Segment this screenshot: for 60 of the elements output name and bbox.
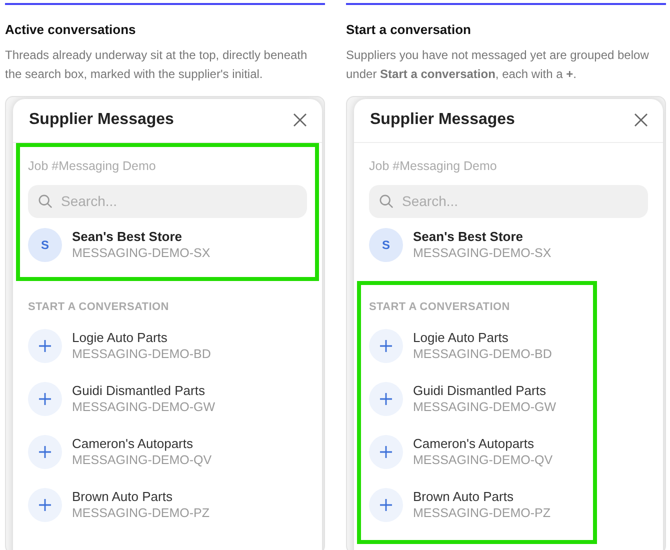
dialog-title: Supplier Messages bbox=[29, 110, 174, 130]
supplier-code: MESSAGING-DEMO-BD bbox=[413, 346, 552, 364]
plus-icon bbox=[38, 339, 52, 354]
supplier-name: Sean's Best Store bbox=[72, 228, 184, 245]
supplier-code: MESSAGING-DEMO-GW bbox=[72, 399, 216, 416]
search-icon bbox=[379, 194, 394, 210]
supplier-name: Cameron's Autoparts bbox=[72, 435, 194, 452]
plus-icon bbox=[379, 339, 393, 354]
supplier-name: Sean's Best Store bbox=[413, 228, 524, 245]
avatar-initial: S bbox=[28, 228, 62, 262]
supplier-code: MESSAGING-DEMO-PZ bbox=[72, 505, 210, 522]
close-icon bbox=[292, 112, 308, 128]
close-button[interactable] bbox=[633, 112, 649, 128]
supplier-name: Guidi Dismantled Parts bbox=[72, 382, 206, 400]
search-field[interactable]: Search... bbox=[400, 190, 638, 214]
dialog-title: Supplier Messages bbox=[370, 110, 515, 130]
supplier-name: Logie Auto Parts bbox=[72, 329, 168, 346]
plus-icon bbox=[379, 392, 393, 406]
supplier-code: MESSAGING-DEMO-QV bbox=[413, 452, 553, 470]
section-label: START A CONVERSATION bbox=[28, 300, 170, 316]
supplier-name: Brown Auto Parts bbox=[413, 488, 514, 506]
avatar-initial: S bbox=[369, 228, 403, 262]
supplier-item[interactable]: Cameron's Autoparts MESSAGING-DEMO-QV bbox=[369, 426, 585, 479]
supplier-name: Logie Auto Parts bbox=[413, 329, 510, 346]
job-label: Job #Messaging Demo bbox=[28, 158, 157, 175]
supplier-item[interactable]: Guidi Dismantled Parts MESSAGING-DEMO-GW bbox=[369, 372, 585, 426]
close-button[interactable] bbox=[292, 112, 308, 128]
search-icon bbox=[38, 194, 53, 210]
section-heading: Start a conversation bbox=[346, 21, 472, 39]
conversation-item[interactable]: S Sean's Best Store MESSAGING-DEMO-SX bbox=[28, 218, 307, 272]
job-label: Job #Messaging Demo bbox=[369, 158, 498, 175]
description: Threads already underway sit at the top, directly beneath the search box, marked with the supplier's initial. bbox=[5, 46, 308, 82]
search-field[interactable]: Search... bbox=[59, 190, 297, 214]
plus-icon bbox=[379, 498, 393, 512]
search-box[interactable]: Search... bbox=[28, 185, 307, 218]
section-heading: Active conversations bbox=[5, 21, 137, 39]
supplier-code: MESSAGING-DEMO-PZ bbox=[413, 505, 551, 522]
supplier-name: Guidi Dismantled Parts bbox=[413, 382, 547, 400]
description: Suppliers you have not messaged yet are grouped below under Start a conversation, each with a +. bbox=[346, 46, 650, 82]
supplier-item[interactable]: Logie Auto Parts MESSAGING-DEMO-BD bbox=[369, 320, 585, 373]
supplier-code: MESSAGING-DEMO-QV bbox=[72, 452, 212, 470]
supplier-name: Brown Auto Parts bbox=[72, 488, 174, 506]
supplier-item[interactable]: Brown Auto Parts MESSAGING-DEMO-PZ bbox=[28, 478, 307, 532]
plus-icon bbox=[38, 498, 52, 512]
supplier-item[interactable]: Brown Auto Parts MESSAGING-DEMO-PZ bbox=[369, 478, 585, 532]
plus-icon bbox=[38, 392, 52, 406]
supplier-item[interactable]: Cameron's Autoparts MESSAGING-DEMO-QV bbox=[28, 426, 307, 479]
close-icon bbox=[633, 112, 649, 128]
conversation-item[interactable]: S Sean's Best Store MESSAGING-DEMO-SX bbox=[369, 218, 648, 272]
supplier-code: MESSAGING-DEMO-SX bbox=[72, 244, 210, 262]
supplier-item[interactable]: Guidi Dismantled Parts MESSAGING-DEMO-GW bbox=[28, 372, 307, 426]
search-box[interactable]: Search... bbox=[369, 185, 648, 218]
plus-icon bbox=[379, 445, 393, 460]
supplier-item[interactable]: Logie Auto Parts MESSAGING-DEMO-BD bbox=[28, 320, 307, 373]
plus-icon bbox=[38, 445, 52, 460]
supplier-name: Cameron's Autoparts bbox=[413, 435, 535, 452]
supplier-code: MESSAGING-DEMO-SX bbox=[413, 244, 552, 262]
section-label: START A CONVERSATION bbox=[369, 300, 511, 316]
supplier-code: MESSAGING-DEMO-GW bbox=[413, 399, 556, 416]
supplier-code: MESSAGING-DEMO-BD bbox=[72, 346, 211, 364]
